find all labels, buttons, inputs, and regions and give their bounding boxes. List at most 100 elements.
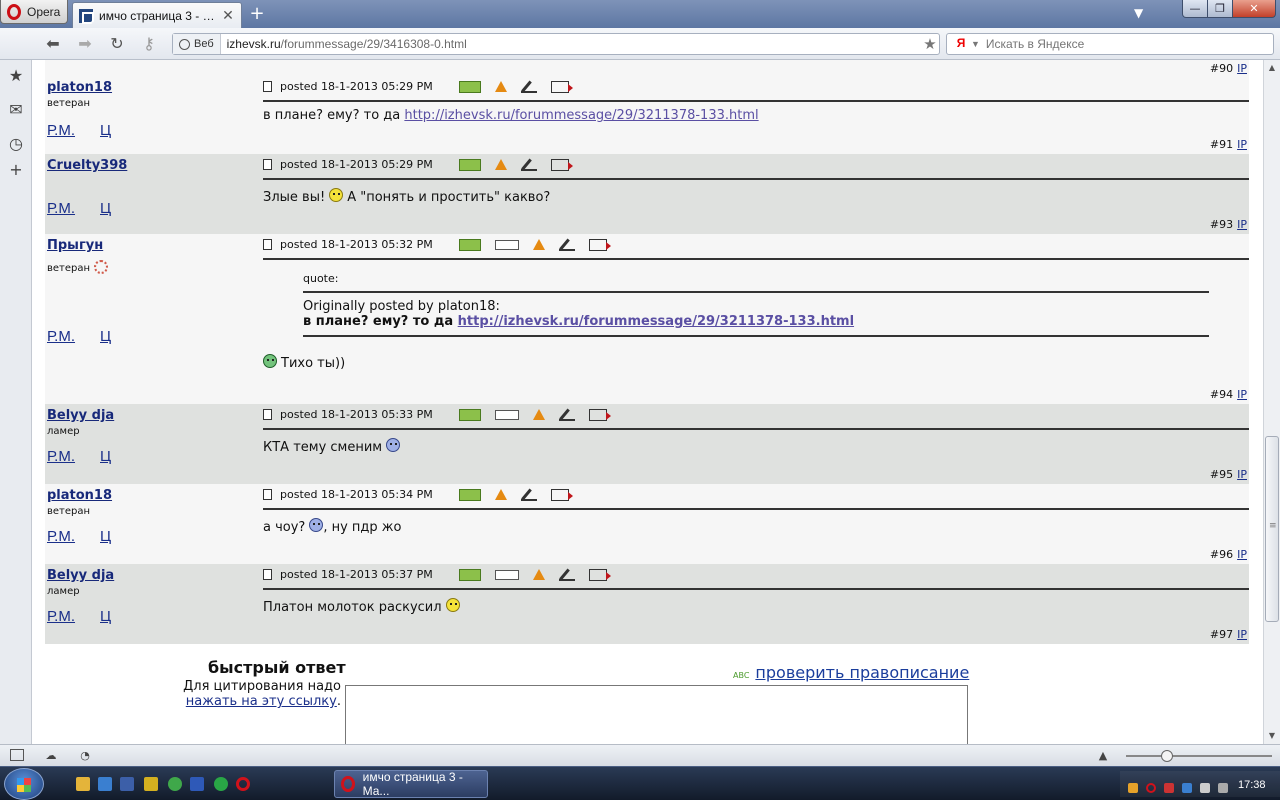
- tab-close-icon[interactable]: ✕: [221, 7, 235, 24]
- scroll-down-arrow-icon[interactable]: ▼: [1264, 728, 1280, 744]
- profile-icon[interactable]: [458, 488, 481, 501]
- post-author-link[interactable]: platon18: [47, 80, 112, 95]
- quote-reply-icon[interactable]: [588, 568, 611, 581]
- tray-opera-icon[interactable]: [1146, 783, 1156, 793]
- post-author-link[interactable]: Belyy dja: [47, 568, 114, 583]
- chrome-icon[interactable]: [214, 777, 228, 791]
- quote-reply-icon[interactable]: [588, 408, 611, 421]
- tab-active[interactable]: имчо страница 3 - Марк... ✕: [72, 2, 242, 28]
- new-tab-button[interactable]: +: [248, 5, 266, 23]
- post-author-link[interactable]: Cruelty398: [47, 158, 127, 173]
- c-link[interactable]: Ц: [100, 608, 111, 625]
- quote-reply-icon[interactable]: [550, 158, 573, 171]
- quote-reply-icon[interactable]: [550, 80, 573, 93]
- address-bar[interactable]: Веб izhevsk.ru/forummessage/29/3416308-0…: [172, 33, 940, 55]
- post-author-link[interactable]: Belyy dja: [47, 408, 114, 423]
- quote-help-link[interactable]: нажать на эту ссылку: [186, 694, 337, 709]
- email-envelope-icon[interactable]: [494, 569, 519, 580]
- report-warning-icon[interactable]: [532, 409, 545, 420]
- search-box[interactable]: Я ▼: [946, 33, 1274, 55]
- bug-app-icon[interactable]: [144, 777, 158, 791]
- web-badge[interactable]: Веб: [173, 34, 221, 54]
- email-envelope-icon[interactable]: [494, 239, 519, 250]
- report-warning-icon[interactable]: [532, 569, 545, 580]
- window-maximize-button[interactable]: ❐: [1207, 0, 1233, 18]
- speed-dial-icon[interactable]: ◔: [78, 749, 92, 762]
- key-icon[interactable]: ⚷: [138, 34, 160, 54]
- ip-link[interactable]: IP: [1237, 548, 1247, 561]
- tray-network-icon[interactable]: [1164, 783, 1174, 793]
- edit-icon[interactable]: [558, 409, 575, 421]
- private-message-link[interactable]: Р.М.: [47, 328, 75, 345]
- profile-icon[interactable]: [458, 158, 481, 171]
- report-warning-icon[interactable]: [494, 81, 507, 92]
- ip-link[interactable]: IP: [1237, 138, 1247, 151]
- zoom-slider-handle[interactable]: [1161, 750, 1173, 762]
- c-link[interactable]: Ц: [100, 328, 111, 345]
- cloud-icon[interactable]: ☁: [44, 749, 58, 762]
- ip-link[interactable]: IP: [1237, 218, 1247, 231]
- quote-reply-icon[interactable]: [588, 238, 611, 251]
- quote-link[interactable]: http://izhevsk.ru/forummessage/29/321137…: [458, 314, 854, 329]
- save-disk-icon[interactable]: [190, 777, 204, 791]
- search-input[interactable]: [985, 37, 1266, 51]
- post-author-link[interactable]: platon18: [47, 488, 112, 503]
- opera-menu-button[interactable]: Opera: [0, 0, 68, 24]
- c-link[interactable]: Ц: [100, 448, 111, 465]
- utorrent-icon[interactable]: [168, 777, 182, 791]
- reload-icon[interactable]: ↻: [106, 34, 128, 54]
- profile-icon[interactable]: [458, 568, 481, 581]
- tab-list-chevron-down-icon[interactable]: ▼: [1134, 6, 1143, 20]
- window-minimize-button[interactable]: —: [1182, 0, 1208, 18]
- profile-icon[interactable]: [458, 238, 481, 251]
- url-text[interactable]: izhevsk.ru/forummessage/29/3416308-0.htm…: [221, 37, 921, 51]
- yandex-icon[interactable]: Я: [953, 36, 969, 52]
- media-player-icon[interactable]: [76, 777, 90, 791]
- tray-volume-icon[interactable]: [1200, 783, 1210, 793]
- private-message-link[interactable]: Р.М.: [47, 448, 75, 465]
- bookmark-star-icon[interactable]: ★: [921, 35, 939, 53]
- scroll-top-arrow-icon[interactable]: ▲: [1096, 749, 1110, 762]
- tray-display-icon[interactable]: [1182, 783, 1192, 793]
- post-body-link[interactable]: http://izhevsk.ru/forummessage/29/321137…: [404, 108, 758, 123]
- internet-explorer-icon[interactable]: [98, 777, 112, 791]
- private-message-link[interactable]: Р.М.: [47, 200, 75, 217]
- c-link[interactable]: Ц: [100, 528, 111, 545]
- edit-icon[interactable]: [520, 81, 537, 93]
- mail-icon[interactable]: ✉: [6, 100, 26, 120]
- window-close-button[interactable]: ✕: [1232, 0, 1276, 18]
- opera-quicklaunch-icon[interactable]: [236, 777, 250, 791]
- edit-icon[interactable]: [520, 489, 537, 501]
- report-warning-icon[interactable]: [494, 489, 507, 500]
- private-message-link[interactable]: Р.М.: [47, 528, 75, 545]
- c-link[interactable]: Ц: [100, 200, 111, 217]
- edit-icon[interactable]: [558, 569, 575, 581]
- vertical-scrollbar[interactable]: ▲ ▼: [1263, 60, 1280, 744]
- bookmarks-star-icon[interactable]: ★: [6, 66, 26, 86]
- tray-speaker-icon[interactable]: [1218, 783, 1228, 793]
- edit-icon[interactable]: [558, 239, 575, 251]
- profile-icon[interactable]: [458, 80, 481, 93]
- ip-link[interactable]: IP: [1237, 468, 1247, 481]
- desktop-icon[interactable]: [120, 777, 134, 791]
- report-warning-icon[interactable]: [532, 239, 545, 250]
- quick-reply-textarea[interactable]: [345, 685, 968, 744]
- add-panel-plus-icon[interactable]: +: [6, 160, 26, 180]
- taskbar-opera-window[interactable]: имчо страница 3 - Ма...: [334, 770, 488, 798]
- report-warning-icon[interactable]: [494, 159, 507, 170]
- panel-toggle-icon[interactable]: [10, 749, 24, 761]
- ip-link[interactable]: IP: [1237, 388, 1247, 401]
- private-message-link[interactable]: Р.М.: [47, 608, 75, 625]
- profile-icon[interactable]: [458, 408, 481, 421]
- ip-link[interactable]: IP: [1237, 628, 1247, 641]
- private-message-link[interactable]: Р.М.: [47, 122, 75, 139]
- quote-reply-icon[interactable]: [550, 488, 573, 501]
- start-button[interactable]: [4, 768, 44, 800]
- edit-icon[interactable]: [520, 159, 537, 171]
- history-clock-icon[interactable]: ◷: [6, 134, 26, 154]
- forward-arrow-icon[interactable]: ➡: [74, 34, 96, 54]
- c-link[interactable]: Ц: [100, 122, 111, 139]
- spell-check-link[interactable]: проверить правописание: [755, 663, 969, 682]
- search-engine-chevron-down-icon[interactable]: ▼: [971, 39, 980, 49]
- tray-app-icon[interactable]: [1128, 783, 1138, 793]
